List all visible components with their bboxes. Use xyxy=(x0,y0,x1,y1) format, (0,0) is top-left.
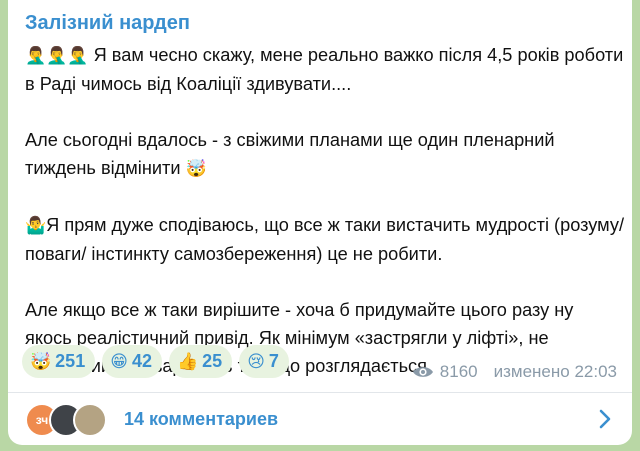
paragraph-2: Але сьогодні вдалось - з свіжими планами… xyxy=(25,130,555,178)
reaction-grin[interactable]: 😁 42 xyxy=(102,345,162,378)
chevron-right-icon[interactable] xyxy=(598,409,612,429)
exploding-head-icon: 🤯 xyxy=(30,351,52,371)
paragraph-3: 🤷‍♂️Я прям дуже сподіваюсь, що все ж так… xyxy=(25,215,625,264)
paragraph-1: 🤦‍♂️🤦‍♂️🤦‍♂️ Я вам чесно скажу, мене реа… xyxy=(25,45,624,94)
message-text: 🤦‍♂️🤦‍♂️🤦‍♂️ Я вам чесно скажу, мене реа… xyxy=(25,41,625,380)
reaction-exploding-head[interactable]: 🤯 251 xyxy=(22,345,96,378)
eye-icon xyxy=(412,367,433,377)
message-meta: 8160 изменено 22:03 xyxy=(412,362,617,382)
exploding-head-emoji: 🤯 xyxy=(185,159,207,178)
shrug-emoji: 🤷‍♂️ xyxy=(25,216,47,235)
avatar xyxy=(73,403,107,437)
channel-name[interactable]: Залізний нардеп xyxy=(25,12,190,35)
reaction-thumbs-up[interactable]: 👍 25 xyxy=(168,345,233,378)
reaction-count: 25 xyxy=(202,351,223,371)
crying-face-icon: 😢 xyxy=(247,351,265,371)
comments-label: 14 комментариев xyxy=(124,408,279,429)
comments-button[interactable]: зч 14 комментариев xyxy=(8,393,632,445)
thumbs-up-icon: 👍 xyxy=(176,351,199,371)
grin-icon: 😁 xyxy=(110,351,128,371)
reaction-crying[interactable]: 😢 7 xyxy=(239,345,289,378)
reaction-count: 42 xyxy=(131,351,152,371)
facepalm-emoji: 🤦‍♂️🤦‍♂️🤦‍♂️ xyxy=(25,46,89,65)
edited-time: изменено 22:03 xyxy=(493,362,617,381)
reaction-count: 251 xyxy=(55,351,86,371)
view-count: 8160 xyxy=(439,362,478,381)
reaction-count: 7 xyxy=(268,351,279,371)
reactions-bar: 🤯 251 😁 42 👍 25 😢 7 xyxy=(22,345,289,378)
commenter-avatars: зч xyxy=(25,401,125,437)
